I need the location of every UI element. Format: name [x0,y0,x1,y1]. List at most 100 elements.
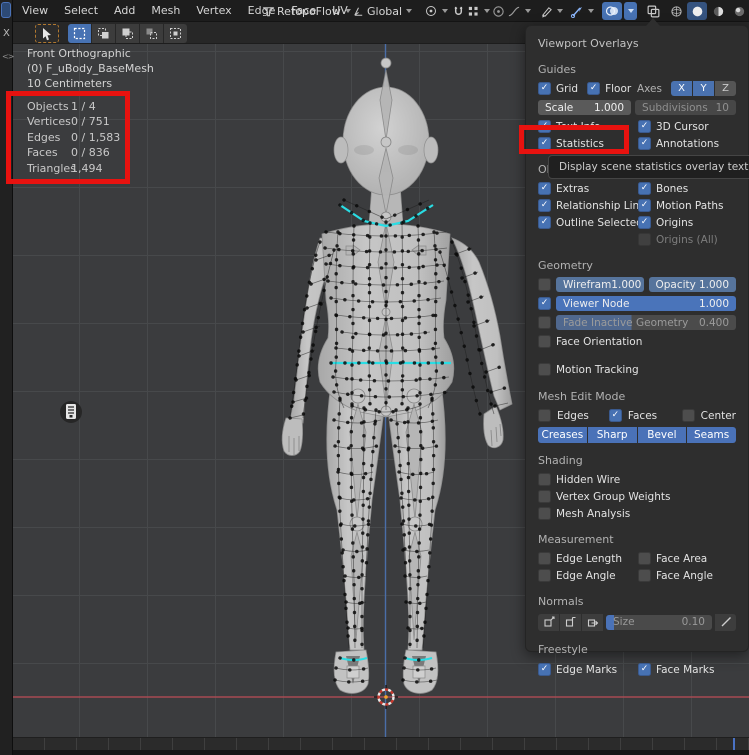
checkbox-face-area[interactable] [638,552,651,565]
gizmos-toggle[interactable] [570,0,596,22]
retopoflow-dropdown[interactable]: RetopoFlow [262,0,353,22]
checkbox-edge-length[interactable] [538,552,551,565]
checkbox-wireframe[interactable] [538,278,551,291]
axis-y-button[interactable]: Y [693,81,714,96]
shading-wireframe-button[interactable] [666,2,686,20]
menu-select[interactable]: Select [56,0,106,22]
proportional-edit-controls[interactable] [492,0,533,22]
vertex-normals-icon [543,616,555,628]
vertex-normals-button[interactable] [538,614,559,631]
checkbox-origins-all[interactable] [638,233,651,246]
tooltip: Display scene statistics overlay text. [548,155,749,179]
axis-x-toggle[interactable]: X [3,28,10,39]
subdivisions-slider[interactable]: Subdivisions10 [635,100,736,115]
snap-target-icon [467,5,480,18]
row-hidden-wire: Hidden Wire [538,471,736,488]
row-origins-all: Origins (All) [538,231,736,248]
checkbox-origins[interactable] [638,216,651,229]
split-normals-icon [565,616,577,628]
checkbox-fade-inactive[interactable] [538,316,551,329]
sharp-button[interactable]: Sharp [588,427,637,443]
checkbox-outline-selected[interactable] [538,216,551,229]
snap-controls[interactable] [452,0,492,22]
pivot-point-dropdown[interactable] [424,0,450,22]
menu-add[interactable]: Add [106,0,143,22]
checkbox-viewer-node[interactable] [538,297,551,310]
orientation-label: Global [367,5,402,18]
overlays-toggle[interactable] [602,2,622,20]
row-wireframe-opacity: Wirefram1.000 Opacity1.000 [538,276,736,293]
checkbox-extras[interactable] [538,182,551,195]
shading-solid-button[interactable] [687,2,707,20]
menu-vertex[interactable]: Vertex [188,0,239,22]
tooltip-text: Display scene statistics overlay text. [559,161,749,173]
select-extend-button[interactable] [92,24,115,43]
viewport-header-menubar: View Select Add Mesh Vertex Edge Face UV… [0,0,749,22]
region-expander[interactable]: <> [2,52,13,61]
solid-sphere-icon [691,5,704,18]
opacity-slider[interactable]: Opacity1.000 [649,277,737,292]
split-normals-button[interactable] [560,614,581,631]
axis-x-button[interactable]: X [671,81,692,96]
checkbox-face-angle[interactable] [638,569,651,582]
menu-mesh[interactable]: Mesh [143,0,188,22]
shading-material-button[interactable] [708,2,728,20]
checkbox-face-orientation[interactable] [538,335,551,348]
row-normals: Size0.10 [538,613,736,631]
screwdriver-icon [720,616,732,628]
checkbox-hidden-wire[interactable] [538,473,551,486]
transform-orientation-dropdown[interactable]: Global [352,0,414,22]
bevel-button[interactable]: Bevel [638,427,687,443]
menu-view[interactable]: View [14,0,56,22]
globe-axis-icon [352,5,365,18]
checkbox-grid[interactable] [538,82,551,95]
row-relationship-motion: Relationship Lines Motion Paths [538,197,736,214]
checkbox-edge-marks[interactable] [538,663,551,676]
normals-edit-button[interactable] [715,614,736,631]
select-box-new-button[interactable] [68,24,91,43]
section-geometry: Geometry [538,259,736,272]
wireframe-slider[interactable]: Wirefram1.000 [556,277,644,292]
section-shading: Shading [538,454,736,467]
checkbox-edges[interactable] [538,409,551,422]
creases-button[interactable]: Creases [538,427,587,443]
timeline[interactable] [13,737,749,750]
select-intersect-icon [169,27,182,40]
shading-rendered-button[interactable] [729,2,749,20]
fade-inactive-slider[interactable]: Fade Inactive Geometry0.400 [556,315,736,330]
overlays-toggle-group [602,0,637,22]
select-subtract-button[interactable] [116,24,139,43]
face-normals-button[interactable] [582,614,603,631]
overlays-dropdown[interactable] [624,2,637,20]
checkbox-motion-tracking[interactable] [538,363,551,376]
viewport-overlays-panel: Viewport Overlays Guides Grid Floor Axes… [525,25,749,652]
active-tool-tweak-button[interactable] [35,24,59,43]
checkbox-edge-angle[interactable] [538,569,551,582]
checkbox-center[interactable] [682,409,695,422]
retopoflow-label: RetopoFlow [277,5,341,18]
checkbox-annotations[interactable] [638,137,651,150]
overlays-circles-icon [605,4,619,18]
checkbox-3d-cursor[interactable] [638,120,651,133]
material-sphere-icon [712,5,725,18]
checkbox-vertex-group-weights[interactable] [538,490,551,503]
select-intersect-button[interactable] [164,24,187,43]
checkbox-bones[interactable] [638,182,651,195]
chevron-down-icon [588,9,594,13]
axes-segment: X Y Z [671,81,736,96]
annotate-tool-dropdown[interactable] [540,0,565,22]
scale-slider[interactable]: Scale1.000 [538,100,631,115]
axis-z-button[interactable]: Z [715,81,736,96]
checkbox-floor[interactable] [587,82,600,95]
checkbox-faces[interactable] [609,409,622,422]
checkbox-motion-paths[interactable] [638,199,651,212]
select-invert-button[interactable] [140,24,163,43]
seams-button[interactable]: Seams [687,427,736,443]
normals-size-slider[interactable]: Size0.10 [606,615,712,630]
viewer-node-slider[interactable]: Viewer Node1.000 [556,296,736,311]
checkbox-mesh-analysis[interactable] [538,507,551,520]
checkbox-relationship-lines[interactable] [538,199,551,212]
editor-type-icon[interactable] [1,2,11,18]
row-scale-subdiv: Scale1.000 Subdivisions10 [538,99,736,116]
checkbox-face-marks[interactable] [638,663,651,676]
